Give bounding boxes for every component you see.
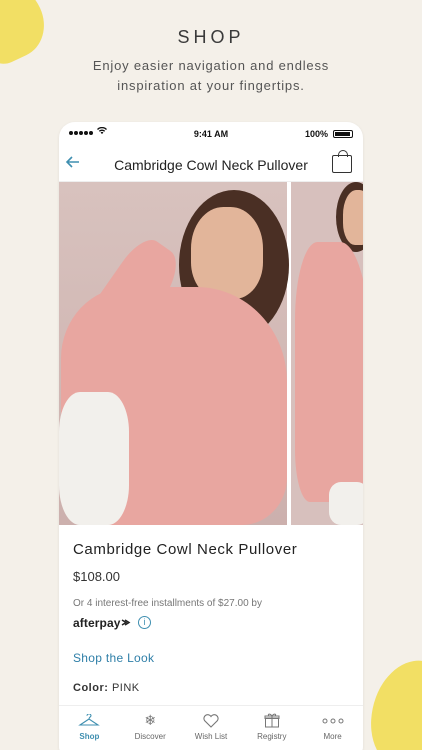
promo-subtitle: Enjoy easier navigation and endless insp… xyxy=(0,56,422,96)
tab-label: Wish List xyxy=(194,732,228,741)
battery-icon xyxy=(333,130,353,138)
tab-label: More xyxy=(323,732,342,741)
white-pants xyxy=(59,392,129,525)
tab-label: Shop xyxy=(79,732,100,741)
product-image-gallery[interactable] xyxy=(59,182,363,525)
tab-shop[interactable]: Shop xyxy=(59,706,120,749)
color-value: PINK xyxy=(111,682,140,694)
color-label: Color: xyxy=(73,682,109,694)
installments-text: Or 4 interest-free installments of $27.0… xyxy=(73,598,262,609)
color-row: Color: PINK xyxy=(73,682,140,694)
more-icon xyxy=(322,712,344,729)
promo-subtitle-line2: inspiration at your fingertips. xyxy=(117,78,305,93)
tab-more[interactable]: More xyxy=(302,706,363,749)
afterpay-logo: afterpay xyxy=(73,616,131,630)
tab-label: Discover xyxy=(134,732,166,741)
afterpay-text: afterpay xyxy=(73,616,121,630)
nav-bar: Cambridge Cowl Neck Pullover xyxy=(59,146,363,182)
tab-registry[interactable]: Registry xyxy=(241,706,302,749)
heart-icon xyxy=(200,712,222,729)
gift-icon xyxy=(261,712,283,729)
snowflake-icon: ❄ xyxy=(144,712,157,728)
tab-wish-list[interactable]: Wish List xyxy=(181,706,242,749)
hanger-icon xyxy=(78,712,101,729)
white-pants-2 xyxy=(329,482,363,525)
product-price: $108.00 xyxy=(73,569,120,584)
phone-frame: 9:41 AM 100% Cambridge Cowl Neck Pullove… xyxy=(59,122,363,750)
nav-title: Cambridge Cowl Neck Pullover xyxy=(114,157,308,173)
promo-title: SHOP xyxy=(177,27,245,47)
promo-subtitle-line1: Enjoy easier navigation and endless xyxy=(92,58,330,73)
status-bar: 9:41 AM 100% xyxy=(59,122,363,146)
yellow-paint-splash-bottom xyxy=(355,649,422,750)
tab-bar: Shop ❄ Discover Wish List Registry More xyxy=(59,705,363,749)
shopping-bag-icon[interactable] xyxy=(332,150,352,173)
pink-sweater-2 xyxy=(295,242,363,502)
shop-the-look-link[interactable]: Shop the Look xyxy=(73,651,154,665)
product-photo-main[interactable] xyxy=(59,182,289,525)
afterpay-arrows-icon xyxy=(121,619,130,626)
tab-discover[interactable]: ❄ Discover xyxy=(120,706,181,749)
info-icon[interactable]: i xyxy=(138,616,151,629)
product-name: Cambridge Cowl Neck Pullover xyxy=(73,541,298,558)
model-face-2 xyxy=(343,190,363,245)
battery-percent: 100% xyxy=(304,129,328,139)
tab-label: Registry xyxy=(257,732,287,741)
product-photo-next[interactable] xyxy=(291,182,363,525)
model-face xyxy=(191,207,263,299)
